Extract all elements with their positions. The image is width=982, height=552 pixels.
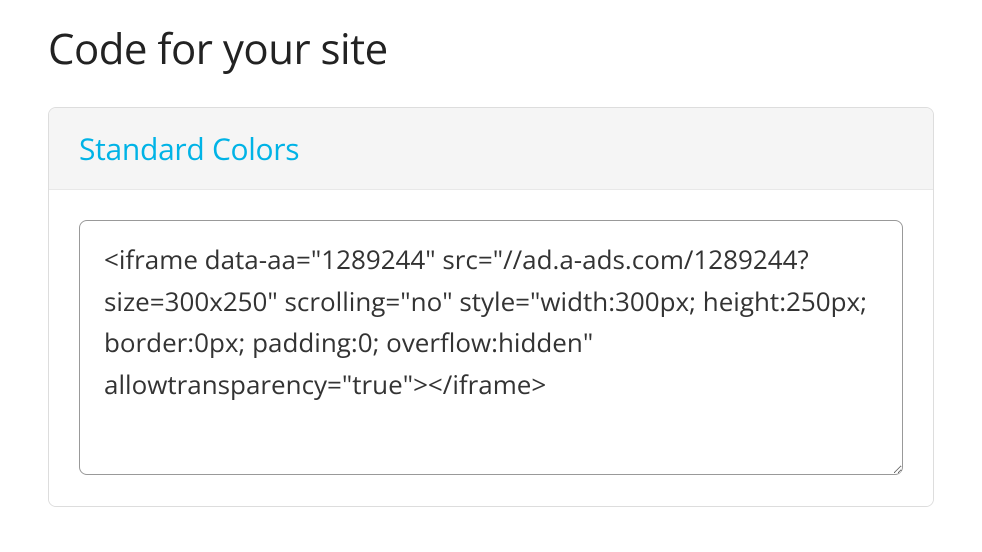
panel-body: [49, 190, 933, 506]
embed-code-textarea[interactable]: [79, 220, 903, 475]
panel-header: Standard Colors: [49, 108, 933, 190]
panel-header-title: Standard Colors: [79, 128, 903, 169]
page-title: Code for your site: [48, 20, 934, 77]
code-panel: Standard Colors: [48, 107, 934, 507]
